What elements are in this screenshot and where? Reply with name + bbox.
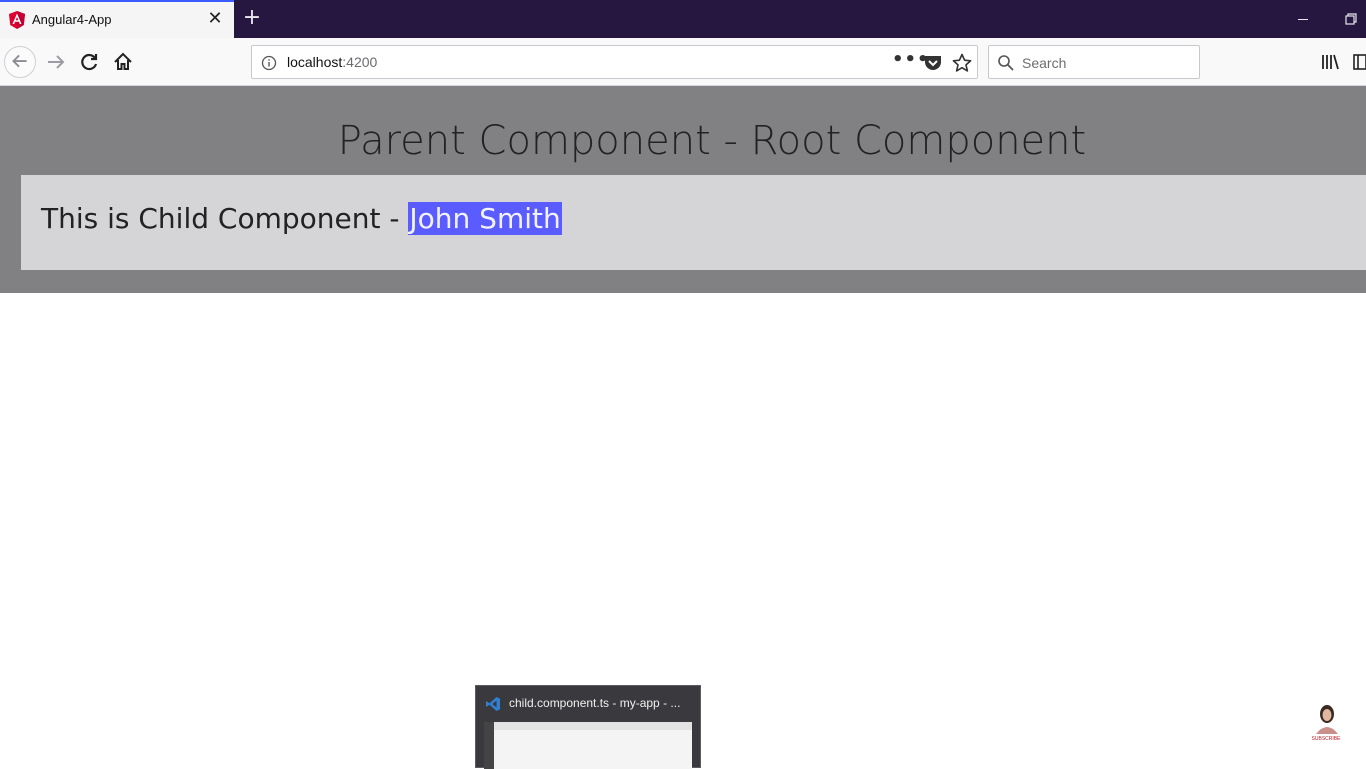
tab-angular4-app[interactable]: Angular4-App ✕ (0, 0, 234, 38)
preview-title: child.component.ts - my-app - ... (509, 696, 681, 710)
address-bar[interactable]: localhost:4200 ••• (251, 45, 978, 79)
search-input[interactable]: Search (988, 45, 1200, 79)
minimize-icon[interactable] (1294, 10, 1312, 28)
library-icon[interactable] (1320, 52, 1340, 72)
child-component: This is Child Component - John Smith (21, 175, 1366, 270)
new-tab-icon[interactable]: + (240, 6, 264, 30)
subscribe-avatar-icon[interactable]: SUBSCRIBE (1306, 700, 1346, 742)
taskbar-window-preview[interactable]: child.component.ts - my-app - ... (475, 685, 701, 769)
child-name-selected: John Smith (408, 202, 562, 235)
thumbnail-tab-row (494, 722, 692, 730)
search-placeholder: Search (1022, 55, 1067, 71)
back-button[interactable] (4, 46, 36, 78)
pocket-icon[interactable] (923, 53, 943, 73)
subscribe-label: SUBSCRIBE (1312, 736, 1342, 742)
preview-thumbnail (484, 722, 692, 769)
page-actions-menu-icon[interactable]: ••• (892, 51, 929, 74)
close-tab-icon[interactable]: ✕ (206, 10, 224, 28)
search-icon (998, 55, 1014, 71)
page-title: Parent Component - Root Component (337, 118, 1087, 164)
child-component-text: This is Child Component - John Smith (41, 202, 562, 235)
home-icon (114, 52, 132, 70)
sidebar-icon[interactable] (1352, 52, 1366, 72)
home-button[interactable] (107, 46, 139, 78)
arrow-left-icon (12, 54, 27, 68)
bookmark-star-icon[interactable] (951, 52, 973, 74)
vscode-icon (486, 697, 500, 711)
url-text: localhost:4200 (287, 54, 377, 70)
parent-component: Parent Component - Root Component This i… (0, 86, 1366, 293)
navigation-toolbar: localhost:4200 ••• Search (0, 38, 1366, 86)
tab-title: Angular4-App (32, 12, 112, 27)
page-content: Parent Component - Root Component This i… (0, 86, 1366, 768)
forward-button[interactable] (40, 46, 72, 78)
url-port: :4200 (342, 54, 378, 70)
thumbnail-activity-bar (484, 722, 494, 769)
reload-icon (81, 53, 98, 71)
child-label: This is Child Component - (41, 202, 409, 235)
angular-icon (9, 11, 25, 29)
tab-strip: Angular4-App ✕ + (0, 0, 1366, 38)
info-icon[interactable] (261, 55, 277, 71)
url-host: localhost (287, 54, 343, 70)
reload-button[interactable] (74, 46, 106, 78)
restore-window-icon[interactable] (1342, 10, 1360, 28)
arrow-right-icon (48, 55, 65, 69)
